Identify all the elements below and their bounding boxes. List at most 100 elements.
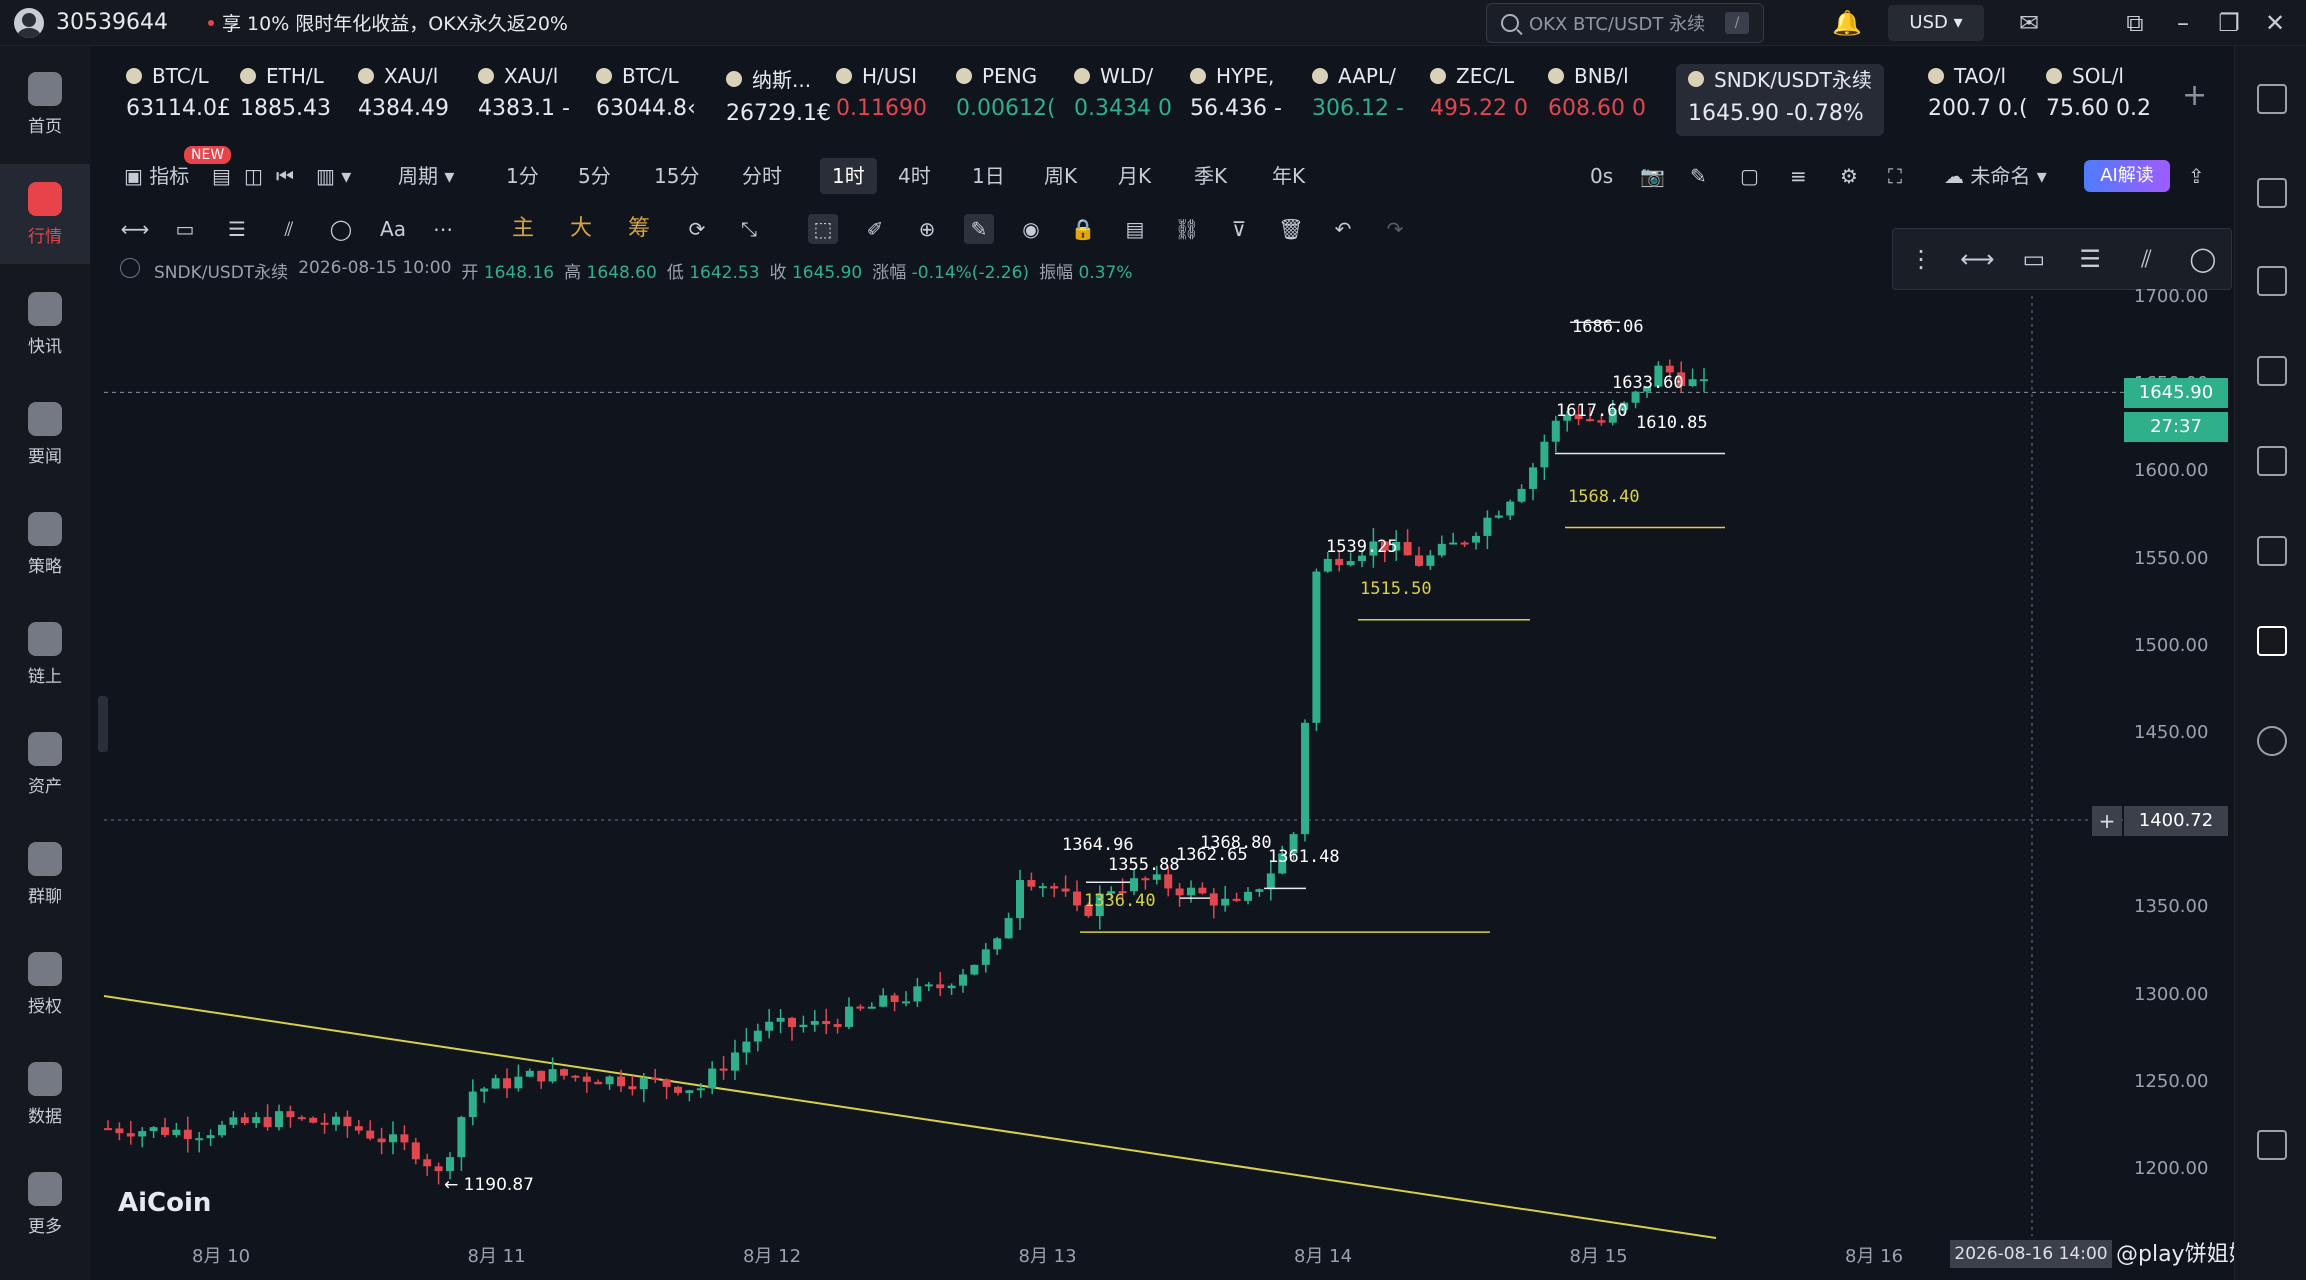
hline-icon[interactable]: ⟷ xyxy=(120,214,150,244)
ticker-6[interactable]: H/USI 0.11690 xyxy=(836,64,927,136)
ruler-icon[interactable]: ▭ xyxy=(170,214,200,244)
ticker-13[interactable]: SNDK/USDT永续 1645.90 -0.78% xyxy=(1676,64,1884,136)
ticker-3[interactable]: XAU/l 4383.1 - xyxy=(478,64,570,136)
parallel-lines-icon[interactable]: ☰ xyxy=(222,214,252,244)
measure-icon[interactable]: ⤡ xyxy=(734,214,764,244)
add-ticker-icon[interactable]: + xyxy=(2182,78,2207,150)
sidebar-item-5[interactable]: 链上 xyxy=(0,604,90,704)
interval-button[interactable]: 15分 xyxy=(654,158,699,194)
ticker-9[interactable]: HYPE, 56.436 - xyxy=(1190,64,1282,136)
layout-name-select[interactable]: ☁ 未命名 ▾ xyxy=(1944,158,2047,194)
ticker-14[interactable]: TAO/l 200.7 0.( xyxy=(1928,64,2028,136)
sidebar-item-10[interactable]: 更多 xyxy=(0,1154,90,1254)
ticker-1[interactable]: ETH/L 1885.43 xyxy=(240,64,331,136)
select-icon[interactable]: ⬚ xyxy=(808,214,838,244)
add-alert-icon[interactable]: + xyxy=(2092,806,2122,836)
calc-icon[interactable] xyxy=(2257,536,2287,566)
text-icon[interactable]: Aa xyxy=(378,214,408,244)
avatar[interactable] xyxy=(14,7,44,38)
settings-icon[interactable]: ⚙ xyxy=(1840,158,1858,194)
visibility-toggle-icon[interactable] xyxy=(120,258,140,278)
sidebar-item-2[interactable]: 快讯 xyxy=(0,274,90,374)
sidebar-item-0[interactable]: 首页 xyxy=(0,54,90,154)
redo-icon[interactable]: ↷ xyxy=(1380,214,1410,244)
list-panel-icon[interactable] xyxy=(2257,84,2287,114)
interval-button[interactable]: 年K xyxy=(1272,158,1305,194)
ticker-8[interactable]: WLD/0.3434 0 xyxy=(1074,64,1172,136)
magnet-icon[interactable]: ✎ xyxy=(964,214,994,244)
monitor-icon[interactable] xyxy=(2257,446,2287,476)
interval-button[interactable]: 周K xyxy=(1044,158,1077,194)
replay-icon[interactable]: ⏮ xyxy=(276,158,294,194)
chip-toggle[interactable]: 筹 xyxy=(624,214,654,244)
interval-button[interactable]: 4时 xyxy=(898,158,931,194)
popout-icon[interactable]: ⧉ xyxy=(2120,8,2150,38)
lock-icon[interactable]: 🔒 xyxy=(1068,214,1098,244)
bot-icon[interactable] xyxy=(2257,626,2287,656)
ticker-5[interactable]: 纳斯... 26729.1€ xyxy=(726,64,831,136)
comment-icon[interactable]: ▢ xyxy=(1740,158,1759,194)
indicators-button[interactable]: ▣ 指标 xyxy=(124,158,189,194)
layout-panel-icon[interactable] xyxy=(2257,1130,2287,1160)
channel-icon[interactable]: ⫽ xyxy=(274,214,304,244)
fullscreen-icon[interactable]: ⛶ xyxy=(1888,158,1902,194)
zoom-icon[interactable]: ⊕ xyxy=(912,214,942,244)
large-order-toggle[interactable]: 大 xyxy=(566,214,596,244)
sidebar-item-6[interactable]: 资产 xyxy=(0,714,90,814)
orderbook-icon[interactable] xyxy=(2257,178,2287,208)
interval-button[interactable]: 1时 xyxy=(820,158,877,194)
interval-button[interactable]: 季K xyxy=(1194,158,1227,194)
ellipse-icon[interactable]: ◯ xyxy=(326,214,356,244)
trash-icon[interactable]: 🗑 xyxy=(1276,214,1306,244)
sidebar-item-1[interactable]: 行情 xyxy=(0,164,90,264)
sidebar-item-8[interactable]: 授权 xyxy=(0,934,90,1034)
ellipse-icon[interactable]: ◯ xyxy=(2175,245,2231,273)
list-icon[interactable]: ≡ xyxy=(1790,158,1807,194)
bell-icon[interactable]: 🔔 xyxy=(1832,8,1862,38)
exchange-icon[interactable] xyxy=(2257,726,2287,756)
stats-icon[interactable] xyxy=(2257,356,2287,386)
ticker-10[interactable]: AAPL/306.12 - xyxy=(1312,64,1404,136)
ticker-7[interactable]: PENG 0.00612( xyxy=(956,64,1056,136)
sync-icon[interactable]: ⟳ xyxy=(682,214,712,244)
maximize-icon[interactable]: ❐ xyxy=(2214,8,2244,38)
promo-banner[interactable]: 享 10% 限时年化收益，OKX永久返20% xyxy=(207,9,568,36)
dollar-icon[interactable] xyxy=(2257,266,2287,296)
more-tools-icon[interactable]: ⋯ xyxy=(428,214,458,244)
split-icon[interactable]: ◫ xyxy=(244,158,263,194)
camera-icon[interactable]: 📷 xyxy=(1640,158,1665,194)
interval-button[interactable]: 5分 xyxy=(578,158,611,194)
eye-icon[interactable]: ◉ xyxy=(1016,214,1046,244)
period-select[interactable]: 周期 ▾ xyxy=(398,158,454,194)
sidebar-item-7[interactable]: 群聊 xyxy=(0,824,90,924)
currency-select[interactable]: USD ▾ xyxy=(1888,5,1984,41)
undo-icon[interactable]: ↶ xyxy=(1328,214,1358,244)
ruler-icon[interactable]: ▭ xyxy=(2006,245,2062,273)
interval-button[interactable]: 1分 xyxy=(506,158,539,194)
pen-icon[interactable]: ✎ xyxy=(1690,158,1707,194)
sidebar-collapse-handle[interactable] xyxy=(98,696,108,752)
close-icon[interactable]: ✕ xyxy=(2260,8,2290,38)
sidebar-item-3[interactable]: 要闻 xyxy=(0,384,90,484)
filter-icon[interactable]: ⊽ xyxy=(1224,214,1254,244)
hline-icon[interactable]: ⟷ xyxy=(1949,245,2005,273)
drag-handle-icon[interactable]: ⋮ xyxy=(1893,245,1949,273)
link-icon[interactable]: ⛓ xyxy=(1172,214,1202,244)
ticker-12[interactable]: BNB/l 608.60 0 xyxy=(1548,64,1646,136)
interval-button[interactable]: 1日 xyxy=(972,158,1005,194)
ticker-15[interactable]: SOL/l 75.60 0.2 xyxy=(2046,64,2151,136)
mail-icon[interactable]: ✉ xyxy=(2014,8,2044,38)
ticker-0[interactable]: BTC/L 63114.0£ xyxy=(126,64,231,136)
parallel-lines-icon[interactable]: ☰ xyxy=(2062,245,2118,273)
ticker-4[interactable]: BTC/L 63044.8‹ xyxy=(596,64,696,136)
share-icon[interactable]: ⇪ xyxy=(2188,158,2205,194)
ruler-pencil-icon[interactable]: ✐ xyxy=(860,214,890,244)
interval-button[interactable]: 月K xyxy=(1118,158,1151,194)
chart-type-icon[interactable]: ▥ ▾ xyxy=(316,158,351,194)
sidebar-item-4[interactable]: 策略 xyxy=(0,494,90,594)
search-input[interactable]: OKX BTC/USDT 永续 / xyxy=(1486,3,1764,43)
note-icon[interactable]: ▤ xyxy=(1120,214,1150,244)
interval-button[interactable]: 分时 xyxy=(742,158,782,194)
sidebar-item-9[interactable]: 数据 xyxy=(0,1044,90,1144)
minimize-icon[interactable]: – xyxy=(2168,8,2198,38)
